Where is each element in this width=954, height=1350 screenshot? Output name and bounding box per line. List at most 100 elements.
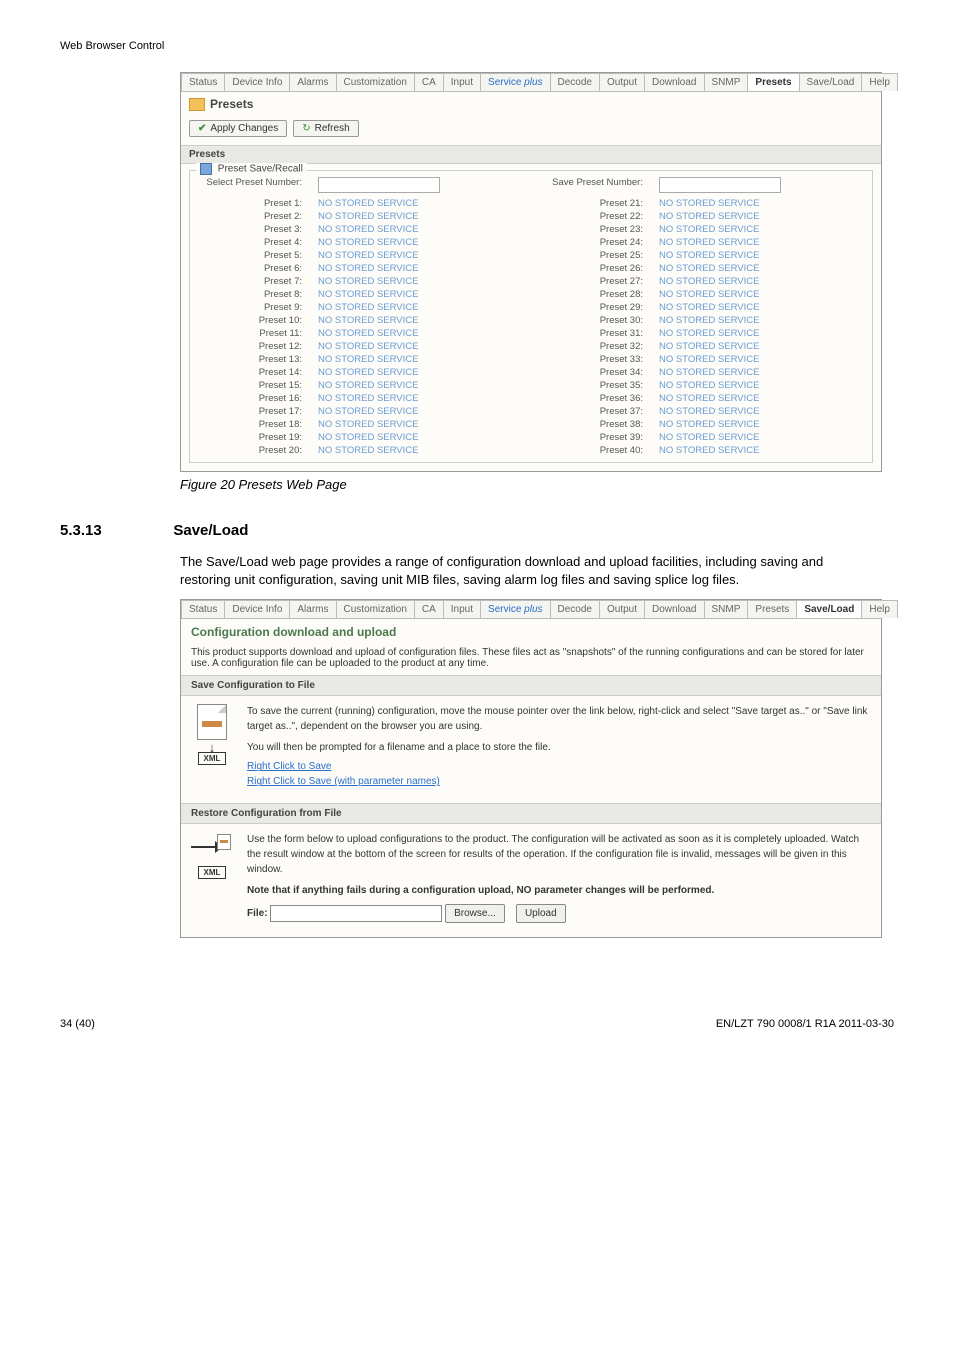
tab-input[interactable]: Input <box>443 73 481 91</box>
preset-left-label: Preset 19: <box>196 432 306 443</box>
tab-help[interactable]: Help <box>861 600 898 618</box>
preset-left-label: Preset 1: <box>196 198 306 209</box>
tab-save-load[interactable]: Save/Load <box>796 600 862 618</box>
right-click-save-link[interactable]: Right Click to Save <box>247 761 331 772</box>
preset-right-label: Preset 35: <box>537 380 647 391</box>
preset-right-label: Preset 32: <box>537 341 647 352</box>
tab-snmp[interactable]: SNMP <box>704 73 749 91</box>
preset-left-label: Preset 6: <box>196 263 306 274</box>
preset-left-label: Preset 10: <box>196 315 306 326</box>
preset-left-label: Preset 8: <box>196 289 306 300</box>
preset-right-label: Preset 37: <box>537 406 647 417</box>
tab-presets[interactable]: Presets <box>747 600 797 618</box>
preset-left-label: Preset 2: <box>196 211 306 222</box>
tab-customization[interactable]: Customization <box>336 73 415 91</box>
saveload-screenshot: StatusDevice InfoAlarmsCustomizationCAIn… <box>180 599 882 938</box>
restore-config-box: XML Use the form below to upload configu… <box>181 824 881 937</box>
save-preset-input[interactable] <box>659 177 781 193</box>
preset-left-label: Preset 11: <box>196 328 306 339</box>
page-header: Web Browser Control <box>60 40 894 52</box>
preset-right-value: NO STORED SERVICE <box>659 263 866 274</box>
preset-left-value: NO STORED SERVICE <box>318 289 525 300</box>
apply-button[interactable]: ✔ Apply Changes <box>189 120 287 137</box>
preset-left-label: Preset 4: <box>196 237 306 248</box>
tab-alarms[interactable]: Alarms <box>289 73 336 91</box>
tab-status[interactable]: Status <box>181 600 225 618</box>
xml-label-2: XML <box>198 866 226 879</box>
right-click-save-params-link[interactable]: Right Click to Save (with parameter name… <box>247 776 440 787</box>
preset-right-value: NO STORED SERVICE <box>659 276 866 287</box>
preset-right-label: Preset 39: <box>537 432 647 443</box>
preset-right-value: NO STORED SERVICE <box>659 406 866 417</box>
preset-right-label: Preset 33: <box>537 354 647 365</box>
tab-alarms[interactable]: Alarms <box>289 600 336 618</box>
preset-left-value: NO STORED SERVICE <box>318 432 525 443</box>
preset-right-value: NO STORED SERVICE <box>659 237 866 248</box>
section-row: 5.3.13 Save/Load <box>60 522 894 539</box>
preset-right-label: Preset 40: <box>537 445 647 456</box>
preset-left-value: NO STORED SERVICE <box>318 445 525 456</box>
tab-device-info[interactable]: Device Info <box>224 600 290 618</box>
page-footer: 34 (40) EN/LZT 790 0008/1 R1A 2011-03-30 <box>60 1018 894 1030</box>
refresh-button[interactable]: ↻ Refresh <box>293 120 358 137</box>
xml-download-icon: ↓ XML <box>191 704 233 765</box>
select-preset-input[interactable] <box>318 177 440 193</box>
fieldset-legend: Preset Save/Recall <box>196 163 307 175</box>
preset-left-value: NO STORED SERVICE <box>318 380 525 391</box>
tab-decode[interactable]: Decode <box>550 600 600 618</box>
preset-left-value: NO STORED SERVICE <box>318 198 525 209</box>
preset-left-label: Preset 12: <box>196 341 306 352</box>
save-config-text: To save the current (running) configurat… <box>247 704 871 789</box>
refresh-label: Refresh <box>315 123 350 134</box>
tab-status[interactable]: Status <box>181 73 225 91</box>
check-icon: ✔ <box>198 123 206 134</box>
browse-button[interactable]: Browse... <box>445 904 505 923</box>
restore-config-text: Use the form below to upload configurati… <box>247 832 871 923</box>
save-config-header: Save Configuration to File <box>181 675 881 696</box>
file-label: File: <box>247 909 268 920</box>
doc-id: EN/LZT 790 0008/1 R1A 2011-03-30 <box>716 1018 894 1030</box>
config-heading: Configuration download and upload <box>181 619 881 641</box>
tab-decode[interactable]: Decode <box>550 73 600 91</box>
button-row: ✔ Apply Changes ↻ Refresh <box>181 116 881 145</box>
tab-customization[interactable]: Customization <box>336 600 415 618</box>
restore-config-header: Restore Configuration from File <box>181 803 881 824</box>
tab-help[interactable]: Help <box>861 73 898 91</box>
disk-icon <box>200 163 212 175</box>
preset-left-value: NO STORED SERVICE <box>318 237 525 248</box>
preset-right-label: Preset 24: <box>537 237 647 248</box>
preset-left-label: Preset 15: <box>196 380 306 391</box>
preset-left-value: NO STORED SERVICE <box>318 341 525 352</box>
tab-download[interactable]: Download <box>644 600 704 618</box>
preset-left-label: Preset 5: <box>196 250 306 261</box>
preset-left-value: NO STORED SERVICE <box>318 224 525 235</box>
tab-snmp[interactable]: SNMP <box>704 600 749 618</box>
tab-input[interactable]: Input <box>443 600 481 618</box>
config-intro: This product supports download and uploa… <box>181 641 881 675</box>
preset-right-label: Preset 22: <box>537 211 647 222</box>
page-number: 34 (40) <box>60 1018 95 1030</box>
tab-ca[interactable]: CA <box>414 73 444 91</box>
tab-output[interactable]: Output <box>599 600 645 618</box>
preset-right-label: Preset 25: <box>537 250 647 261</box>
preset-left-value: NO STORED SERVICE <box>318 393 525 404</box>
upload-button[interactable]: Upload <box>516 904 566 923</box>
folder-icon <box>189 98 205 111</box>
tab-service-plus[interactable]: Service plus <box>480 600 550 618</box>
tab-output[interactable]: Output <box>599 73 645 91</box>
preset-left-value: NO STORED SERVICE <box>318 419 525 430</box>
tab-save-load[interactable]: Save/Load <box>799 73 863 91</box>
file-input[interactable] <box>270 905 442 922</box>
tab-device-info[interactable]: Device Info <box>224 73 290 91</box>
preset-left-label: Preset 9: <box>196 302 306 313</box>
tab-service-plus[interactable]: Service plus <box>480 73 550 91</box>
preset-right-value: NO STORED SERVICE <box>659 354 866 365</box>
body-paragraph: The Save/Load web page provides a range … <box>180 553 860 589</box>
preset-right-label: Preset 27: <box>537 276 647 287</box>
tab-presets[interactable]: Presets <box>747 73 799 91</box>
preset-right-value: NO STORED SERVICE <box>659 289 866 300</box>
presets-title-row: Presets <box>181 92 881 116</box>
xml-upload-icon: XML <box>191 832 233 879</box>
tab-ca[interactable]: CA <box>414 600 444 618</box>
tab-download[interactable]: Download <box>644 73 704 91</box>
